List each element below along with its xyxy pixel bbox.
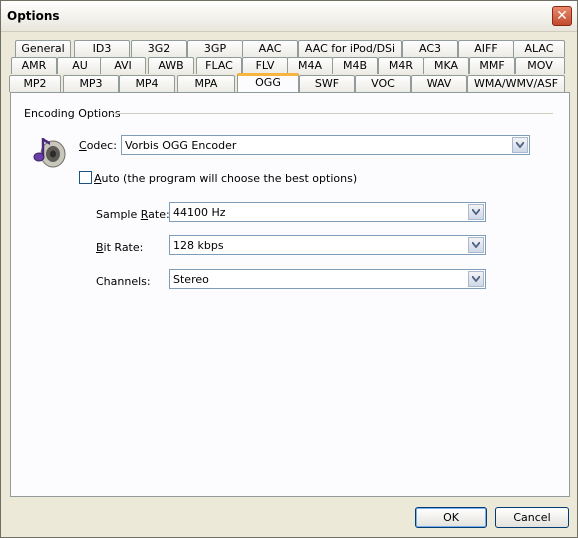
tab-au[interactable]: AU (57, 57, 103, 74)
codec-value: Vorbis OGG Encoder (125, 139, 237, 152)
window-title: Options (7, 9, 60, 23)
tab-m4r[interactable]: M4R (378, 57, 424, 74)
tab-flac[interactable]: FLAC (196, 57, 242, 74)
tab-general[interactable]: General (15, 40, 71, 57)
tab-id3[interactable]: ID3 (74, 40, 130, 57)
tab-m4a[interactable]: M4A (287, 57, 333, 74)
tab-aac-ipod[interactable]: AAC for iPod/DSi (298, 40, 402, 57)
tab-mmf[interactable]: MMF (469, 57, 515, 74)
sample-rate-label: Sample Rate: (96, 208, 170, 221)
options-window: Options ✕ General ID3 3G2 3GP AAC AAC fo… (0, 0, 578, 538)
music-note-speaker-icon (33, 138, 66, 168)
channels-select[interactable]: Stereo (169, 269, 486, 289)
sample-rate-select[interactable]: 44100 Hz (169, 202, 486, 222)
auto-label[interactable]: Auto (the program will choose the best o… (94, 172, 357, 185)
channels-value: Stereo (173, 273, 209, 286)
cancel-button[interactable]: Cancel (495, 507, 569, 528)
tab-aiff[interactable]: AIFF (458, 40, 514, 57)
chevron-down-icon[interactable] (468, 204, 484, 220)
tab-wma-wmv-asf[interactable]: WMA/WMV/ASF (467, 75, 565, 92)
tab-mov[interactable]: MOV (515, 57, 565, 74)
bit-rate-select[interactable]: 128 kbps (169, 235, 486, 255)
tab-voc[interactable]: VOC (355, 75, 411, 92)
channels-label: Channels: (96, 275, 151, 288)
sample-rate-value: 44100 Hz (173, 206, 226, 219)
tab-ac3[interactable]: AC3 (402, 40, 458, 57)
chevron-down-icon[interactable] (512, 137, 528, 153)
chevron-down-icon[interactable] (468, 237, 484, 253)
auto-checkbox[interactable] (79, 171, 92, 184)
close-button[interactable]: ✕ (552, 6, 572, 26)
tab-m4b[interactable]: M4B (332, 57, 378, 74)
tab-aac[interactable]: AAC (242, 40, 298, 57)
tab-mp4[interactable]: MP4 (119, 75, 175, 92)
tab-mp3[interactable]: MP3 (63, 75, 119, 92)
tab-ogg[interactable]: OGG (237, 73, 299, 92)
group-divider (113, 113, 553, 114)
title-bar[interactable]: Options ✕ (1, 1, 577, 32)
tab-wav[interactable]: WAV (411, 75, 467, 92)
encoding-options-group-title: Encoding Options (24, 107, 121, 120)
tab-amr[interactable]: AMR (11, 57, 57, 74)
tab-3gp[interactable]: 3GP (187, 40, 243, 57)
tab-alac[interactable]: ALAC (513, 40, 565, 57)
bit-rate-label: Bit Rate: (96, 241, 144, 254)
codec-label: Codec: (79, 139, 117, 152)
codec-select[interactable]: Vorbis OGG Encoder (121, 135, 530, 155)
tab-avi[interactable]: AVI (100, 57, 146, 74)
tab-mka[interactable]: MKA (423, 57, 469, 74)
ok-button[interactable]: OK (415, 507, 487, 528)
tab-mpa[interactable]: MPA (177, 75, 235, 92)
chevron-down-icon[interactable] (468, 271, 484, 287)
tab-swf[interactable]: SWF (299, 75, 355, 92)
bit-rate-value: 128 kbps (173, 239, 224, 252)
tab-3g2[interactable]: 3G2 (131, 40, 187, 57)
tab-mp2[interactable]: MP2 (9, 75, 61, 92)
tab-flv[interactable]: FLV (242, 57, 288, 74)
tab-awb[interactable]: AWB (148, 57, 194, 74)
